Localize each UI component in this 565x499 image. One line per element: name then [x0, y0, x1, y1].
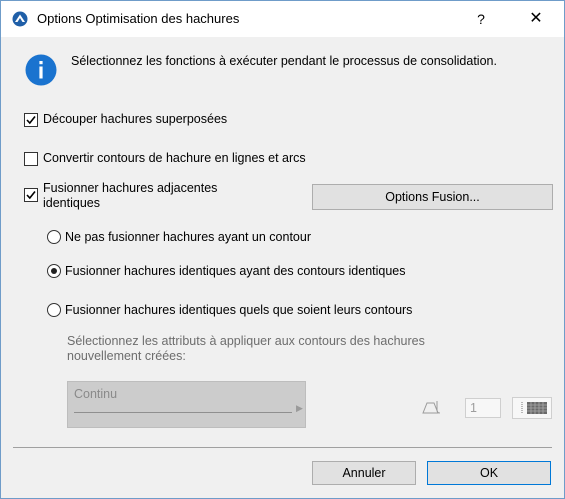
radio-circle[interactable] — [47, 303, 61, 317]
convert-contours-checkbox[interactable]: Convertir contours de hachure en lignes … — [24, 151, 306, 166]
split-overlapping-label: Découper hachures superposées — [43, 112, 228, 126]
radio-circle[interactable] — [47, 230, 61, 244]
split-overlapping-checkbox[interactable]: Découper hachures superposées — [24, 112, 227, 127]
info-message: Sélectionnez les fonctions à exécuter pe… — [71, 54, 497, 68]
checkbox-box[interactable] — [24, 152, 38, 166]
info-icon — [25, 54, 57, 86]
close-button[interactable]: ✕ — [521, 7, 551, 31]
line-type-value: Continu — [74, 387, 118, 401]
merge-options-button[interactable]: Options Fusion... — [312, 184, 553, 210]
cancel-button[interactable]: Annuler — [312, 461, 416, 485]
radio-no-merge-label: Ne pas fusionner hachures ayant un conto… — [65, 230, 311, 244]
radio-merge-identical-contours[interactable]: Fusionner hachures identiques ayant des … — [47, 264, 406, 278]
contour-attributes-label-line2: nouvellement créées: — [67, 349, 186, 363]
ok-button[interactable]: OK — [427, 461, 551, 485]
merge-adjacent-label-line2: identiques — [43, 196, 100, 210]
pattern-swatch-icon — [521, 402, 547, 414]
radio-merge-identical-label: Fusionner hachures identiques ayant des … — [65, 264, 406, 278]
contour-attributes-label: Sélectionnez les attributs à appliquer a… — [67, 334, 527, 364]
checkbox-box[interactable] — [24, 188, 38, 202]
merge-adjacent-checkbox[interactable]: Fusionner hachures adjacentes identiques — [24, 181, 217, 211]
radio-merge-any-contours[interactable]: Fusionner hachures identiques quels que … — [47, 303, 412, 317]
fill-pattern-button[interactable] — [512, 397, 552, 419]
chevron-right-icon: ▶ — [296, 403, 303, 413]
checkmark-icon — [26, 191, 36, 200]
radio-no-merge-contour[interactable]: Ne pas fusionner hachures ayant un conto… — [47, 230, 311, 244]
help-button[interactable]: ? — [466, 7, 496, 31]
radio-merge-any-label: Fusionner hachures identiques quels que … — [65, 303, 413, 317]
checkmark-icon — [26, 116, 36, 125]
radio-circle[interactable] — [47, 264, 61, 278]
pen-number-field[interactable]: 1 — [465, 398, 501, 418]
pen-icon — [422, 399, 442, 415]
convert-contours-label: Convertir contours de hachure en lignes … — [43, 151, 306, 165]
title-bar: Options Optimisation des hachures ? ✕ — [1, 1, 564, 37]
footer-separator — [13, 447, 552, 448]
contour-attributes-label-line1: Sélectionnez les attributs à appliquer a… — [67, 334, 425, 348]
app-logo-icon — [12, 11, 28, 27]
checkbox-box[interactable] — [24, 113, 38, 127]
line-type-select[interactable]: Continu ▶ — [67, 381, 306, 428]
radio-selected-dot — [51, 268, 57, 274]
options-dialog: Options Optimisation des hachures ? ✕ Sé… — [0, 0, 565, 499]
merge-adjacent-label-line1: Fusionner hachures adjacentes — [43, 181, 218, 195]
dialog-title: Options Optimisation des hachures — [37, 11, 240, 26]
line-type-preview — [74, 412, 292, 413]
